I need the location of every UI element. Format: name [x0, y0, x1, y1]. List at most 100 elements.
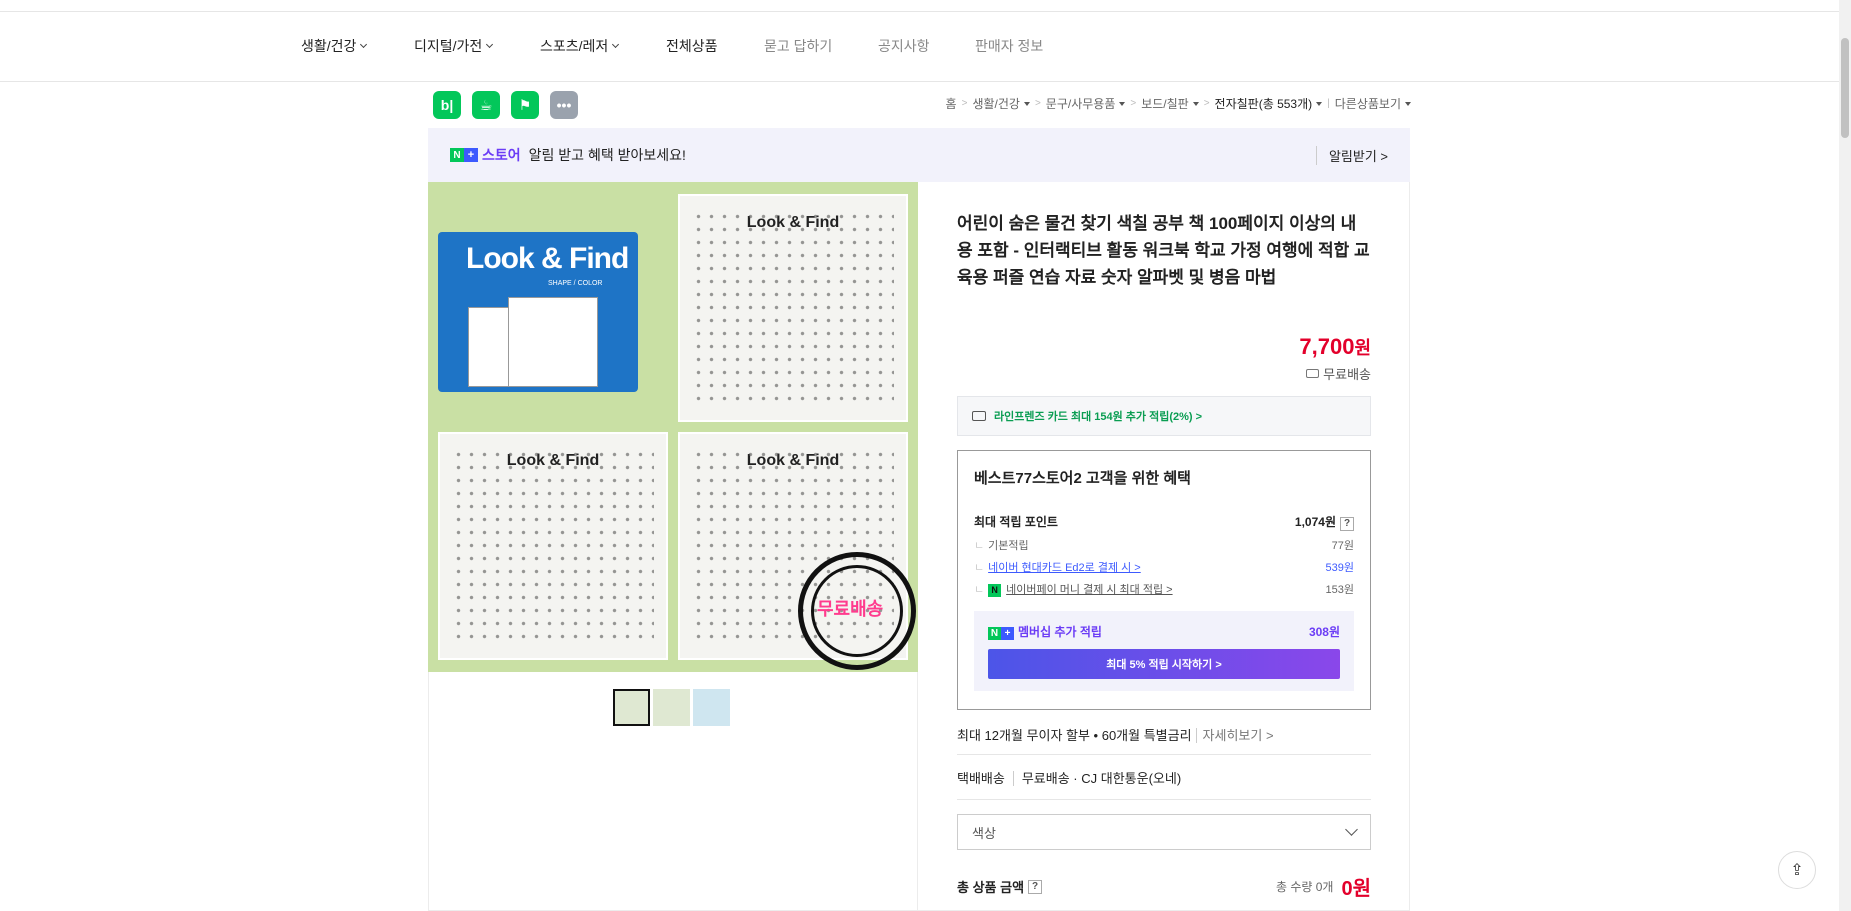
nav-label: 스포츠/레저 [540, 38, 609, 54]
breadcrumb-c4[interactable]: 전자칠판(총 553개) [1215, 95, 1313, 112]
stamp-label: 무료배송 [817, 599, 884, 619]
shipping-info: 무료배송 [1306, 364, 1371, 383]
divider [957, 754, 1371, 755]
book-cover-illustration: Look & Find SHAPE / COLOR [438, 232, 638, 392]
nav-item-digital[interactable]: 디지털/가전 [414, 36, 494, 56]
membership-start-button[interactable]: 최대 5% 적립 시작하기 > [988, 649, 1340, 679]
nav-item-sports[interactable]: 스포츠/레저 [540, 36, 620, 56]
chevron-down-icon [486, 40, 494, 49]
color-option-select[interactable]: 색상 [957, 814, 1371, 850]
thumbnail-2[interactable] [653, 689, 690, 726]
image-subtitle: SHAPE / COLOR [548, 280, 603, 287]
nav-label: 공지사항 [878, 38, 930, 54]
delivery-info: 택배배송 무료배송 · CJ 대한통운(오네) [957, 768, 1182, 787]
delivery-detail: 무료배송 · CJ 대한통운(오네) [1012, 771, 1182, 786]
breadcrumb-separator: > [961, 98, 968, 109]
nav-label: 생활/건강 [301, 38, 357, 54]
benefit-row[interactable]: N 네이버페이 머니 결제 시 최대 적립 > 153원 [974, 581, 1354, 597]
installment-text: 최대 12개월 무이자 할부 • 60개월 특별금리 [957, 728, 1192, 743]
chevron-down-icon [1345, 823, 1358, 836]
benefit-row-value: 77원 [1331, 540, 1354, 552]
free-shipping-stamp: 무료배송 [798, 552, 916, 670]
thumbnail-1[interactable] [613, 689, 650, 726]
benefit-row: 기본적립 77원 [974, 537, 1354, 553]
total-sum: 0원 [1341, 878, 1371, 900]
breadcrumb-c2[interactable]: 문구/사무용품 [1046, 95, 1116, 112]
breadcrumb-c3[interactable]: 보드/칠판 [1141, 95, 1189, 112]
benefit-row[interactable]: 네이버 현대카드 Ed2로 결제 시 > 539원 [974, 559, 1354, 575]
total-label: 총 상품 금액 [957, 880, 1025, 895]
breadcrumb-other[interactable]: 다른상품보기 [1335, 95, 1401, 112]
product-main-image[interactable]: Look & Find SHAPE / COLOR Look & Find Lo… [428, 182, 918, 672]
help-icon[interactable]: ? [1340, 517, 1354, 531]
image-title: Look & Find [466, 242, 629, 275]
page-scrollbar[interactable] [1839, 0, 1851, 911]
bookmark-icon[interactable]: ⚑ [511, 91, 539, 119]
membership-value: 308원 [1308, 625, 1340, 639]
plus-icon: + [464, 148, 478, 162]
share-icon[interactable]: ⇪ [1778, 851, 1816, 889]
product-price: 7,700원 [1299, 334, 1371, 360]
card-benefit-link[interactable]: 라인프렌즈 카드 최대 154원 추가 적립(2%) > [957, 396, 1371, 436]
benefit-row-link[interactable]: 네이버 현대카드 Ed2로 결제 시 > [988, 562, 1141, 574]
scrollbar-thumb[interactable] [1841, 38, 1849, 138]
thumbnail-3[interactable] [693, 689, 730, 726]
nav-item-qna[interactable]: 묻고 답하기 [764, 36, 832, 56]
card-benefit-text: 라인프렌즈 카드 최대 154원 추가 적립(2%) > [994, 411, 1203, 423]
price-value: 7,700 [1299, 334, 1355, 359]
option-placeholder: 색상 [972, 825, 996, 841]
naver-plus-store-logo: N + 스토어 [450, 145, 521, 165]
benefit-row-label: 기본적립 [974, 537, 1028, 553]
benefit-row-link[interactable]: 네이버페이 머니 결제 시 최대 적립 > [1006, 584, 1172, 596]
caret-down-icon [1192, 101, 1199, 106]
chevron-down-icon [360, 40, 368, 49]
nav-item-notice[interactable]: 공지사항 [878, 36, 930, 56]
caret-down-icon [1316, 101, 1323, 106]
total-price-row: 총 상품 금액? 총 수량 0개 0원 [957, 872, 1371, 901]
benefit-row-value: 539원 [1325, 562, 1354, 574]
installment-info: 최대 12개월 무이자 할부 • 60개월 특별금리 자세히보기 > [957, 725, 1274, 744]
caret-down-icon [1119, 101, 1126, 106]
help-icon[interactable]: ? [1028, 879, 1043, 894]
category-nav: 생활/건강 디지털/가전 스포츠/레저 전체상품 묻고 답하기 공지사항 판매자… [0, 12, 1851, 82]
plus-icon: + [1001, 627, 1014, 640]
max-points-row: 최대 적립 포인트 1,074원? [974, 513, 1354, 531]
benefit-row-value: 153원 [1325, 584, 1354, 596]
price-currency: 원 [1354, 338, 1371, 358]
benefit-box: 베스트77스토어2 고객을 위한 혜택 최대 적립 포인트 1,074원? 기본적… [957, 450, 1371, 710]
shipping-label: 무료배송 [1323, 367, 1371, 382]
cafe-share-icon[interactable]: ☕ [472, 91, 500, 119]
nav-label: 전체상품 [666, 38, 718, 54]
max-points-label: 최대 적립 포인트 [974, 515, 1058, 529]
breadcrumb-separator: | [1327, 98, 1330, 109]
naver-n-icon: N [450, 148, 464, 162]
worksheet-panel-stars: Look & Find [438, 432, 668, 660]
subscribe-alert-button[interactable]: 알림받기 > [1315, 145, 1388, 165]
delivery-type: 택배배송 [957, 771, 1005, 786]
max-points-value: 1,074원 [1294, 515, 1336, 529]
breadcrumb-separator: > [1130, 98, 1137, 109]
more-icon[interactable]: ••• [550, 91, 578, 119]
store-alert-banner: N + 스토어 알림 받고 혜택 받아보세요! 알림받기 > [428, 128, 1410, 182]
divider [957, 799, 1371, 800]
breadcrumb: 홈 > 생활/건강 > 문구/사무용품 > 보드/칠판 > 전자칠판(총 553개) | … [946, 95, 1411, 112]
blog-share-icon[interactable]: b| [433, 91, 461, 119]
credit-card-icon [972, 411, 986, 421]
breadcrumb-separator: > [1203, 98, 1210, 109]
membership-box: N + 멤버십 추가 적립 308원 최대 5% 적립 시작하기 > [974, 611, 1354, 691]
nav-label: 디지털/가전 [414, 38, 483, 54]
nav-item-living-health[interactable]: 생활/건강 [301, 36, 368, 56]
naver-n-icon: N [988, 627, 1001, 640]
worksheet-panel-food: Look & Find [678, 194, 908, 422]
breadcrumb-home[interactable]: 홈 [946, 95, 957, 112]
nav-item-seller-info[interactable]: 판매자 정보 [975, 36, 1043, 56]
nav-label: 판매자 정보 [975, 38, 1044, 54]
store-label: 스토어 [482, 147, 521, 163]
breadcrumb-c1[interactable]: 생활/건강 [972, 95, 1020, 112]
breadcrumb-separator: > [1034, 98, 1041, 109]
nav-item-all-products[interactable]: 전체상품 [666, 36, 718, 56]
product-title: 어린이 숨은 물건 찾기 색칠 공부 책 100페이지 이상의 내용 포함 - … [957, 214, 1370, 287]
installment-details-link[interactable]: 자세히보기 > [1195, 728, 1274, 743]
benefit-heading: 베스트77스토어2 고객을 위한 혜택 [974, 470, 1191, 487]
top-border [0, 0, 1851, 12]
